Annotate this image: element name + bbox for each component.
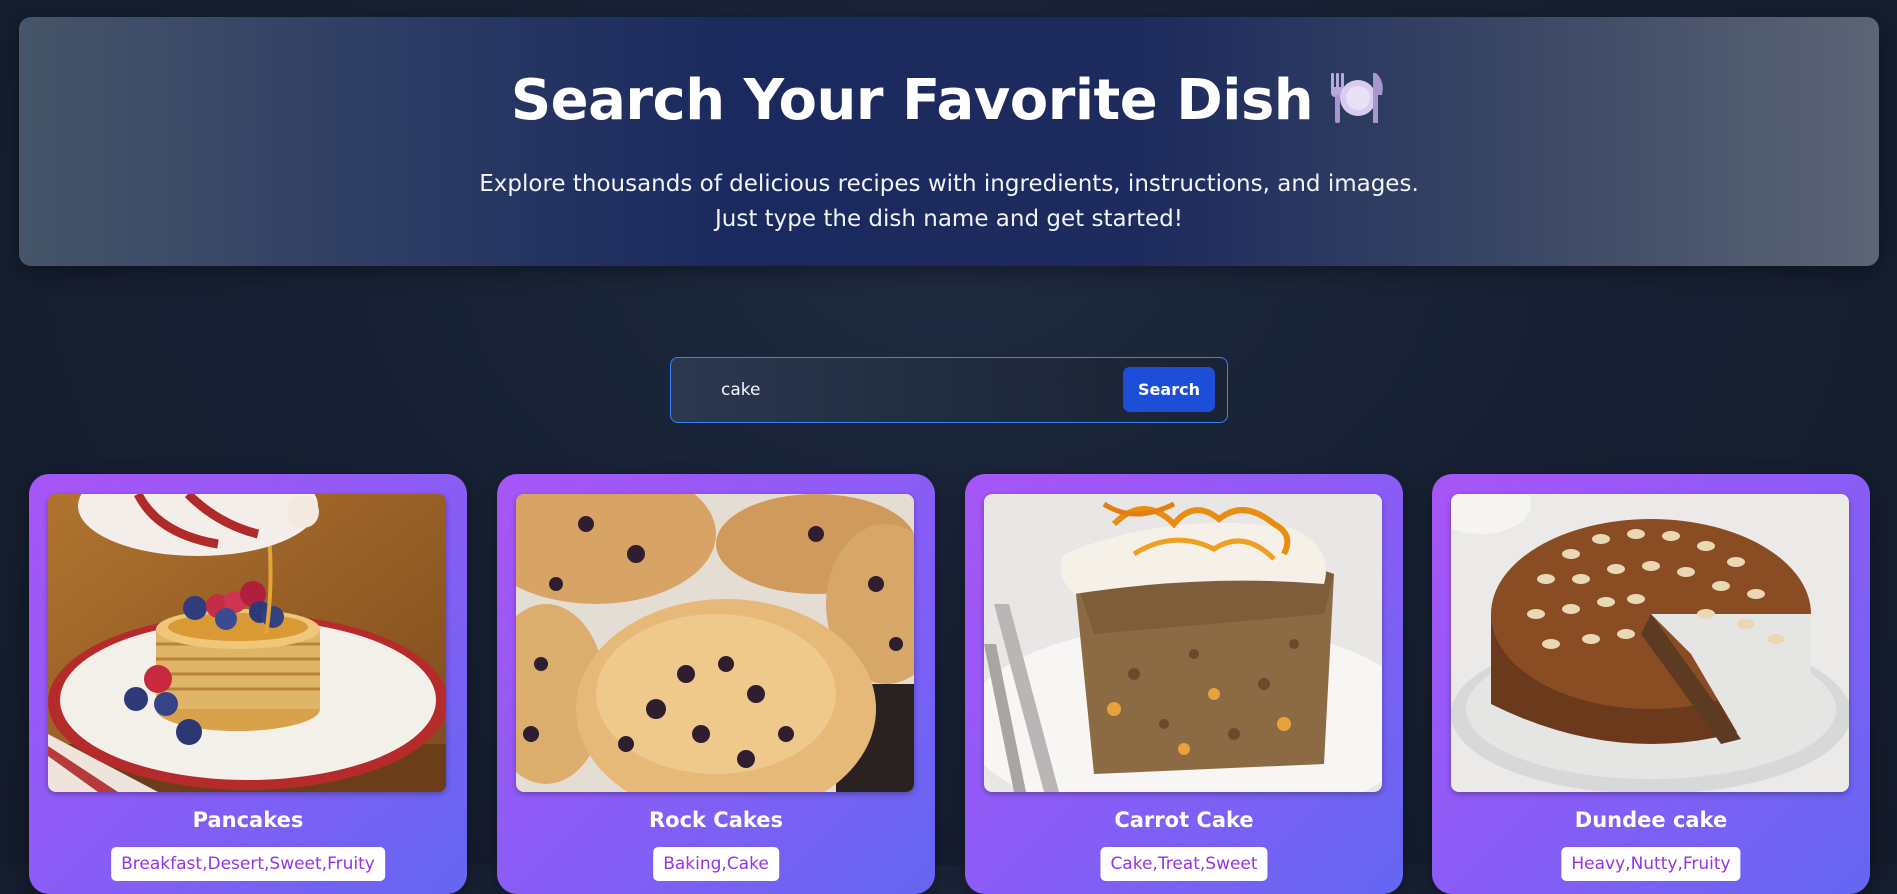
recipe-card[interactable]: Dundee cake Heavy,Nutty,Fruity: [1432, 474, 1870, 894]
recipe-title: Rock Cakes: [648, 808, 784, 832]
recipe-card[interactable]: Rock Cakes Baking,Cake: [497, 474, 935, 894]
subtitle-line-2: Just type the dish name and get started!: [714, 206, 1184, 232]
recipe-tags[interactable]: Cake,Treat,Sweet: [1100, 847, 1268, 881]
recipe-title: Carrot Cake: [1114, 808, 1254, 832]
recipe-tags[interactable]: Heavy,Nutty,Fruity: [1561, 847, 1741, 881]
plate-cutlery-icon: [1331, 73, 1383, 123]
recipe-results: Pancakes Breakfast,Desert,Sweet,Fruity R…: [29, 474, 1871, 894]
carrot-cake-image[interactable]: [984, 494, 1382, 792]
rock-cakes-image[interactable]: [516, 494, 914, 792]
search-button[interactable]: Search: [1123, 367, 1215, 412]
pancakes-image[interactable]: [48, 494, 446, 792]
hero-banner: Search Your Favorite Dish Explore thousa…: [19, 17, 1879, 266]
recipe-card[interactable]: Carrot Cake Cake,Treat,Sweet: [965, 474, 1403, 894]
subtitle-line-1: Explore thousands of delicious recipes w…: [479, 171, 1419, 197]
page-title-text: Search Your Favorite Dish: [510, 68, 1314, 133]
recipe-tags[interactable]: Breakfast,Desert,Sweet,Fruity: [111, 847, 385, 881]
page-subtitle: Explore thousands of delicious recipes w…: [19, 167, 1879, 237]
recipe-title: Pancakes: [192, 808, 304, 832]
dundee-cake-image[interactable]: [1451, 494, 1849, 792]
recipe-tags[interactable]: Baking,Cake: [653, 847, 779, 881]
search-input[interactable]: [701, 368, 1141, 412]
page-title: Search Your Favorite Dish: [19, 67, 1879, 134]
search-bar: Search: [670, 357, 1228, 423]
recipe-card[interactable]: Pancakes Breakfast,Desert,Sweet,Fruity: [29, 474, 467, 894]
recipe-title: Dundee cake: [1574, 808, 1728, 832]
